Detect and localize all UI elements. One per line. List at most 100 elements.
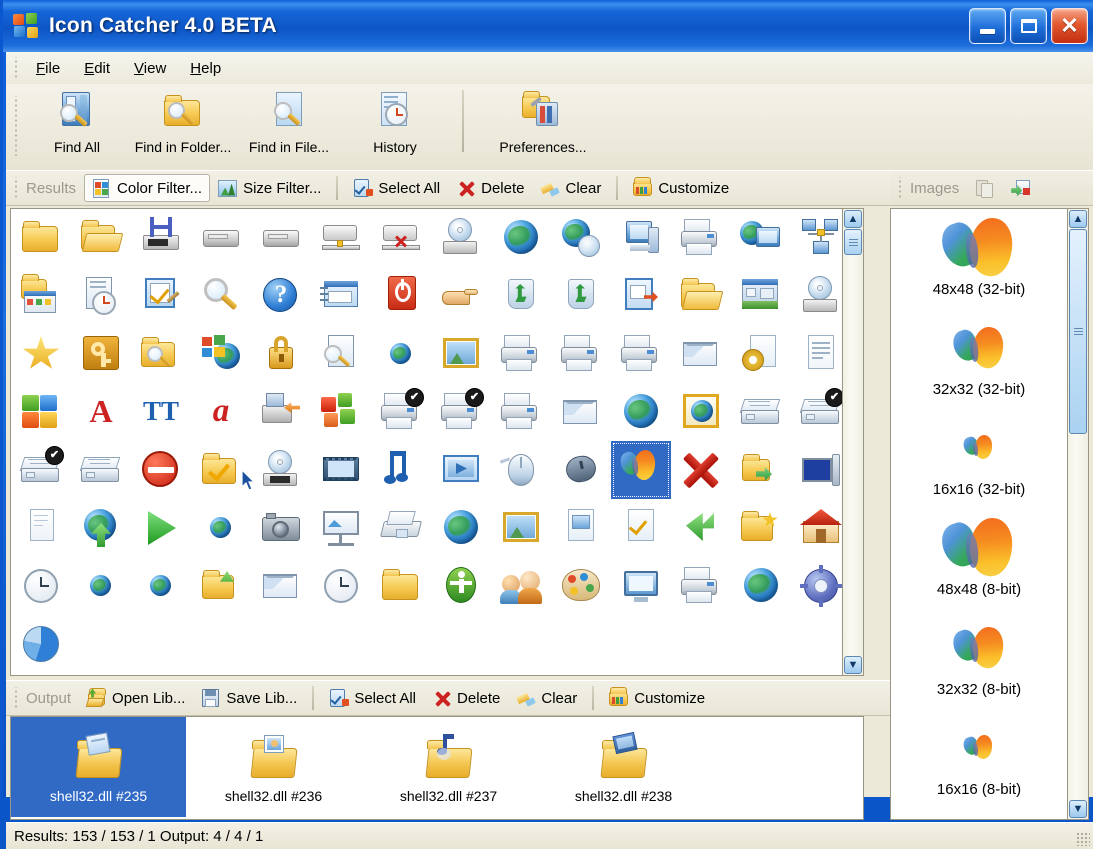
results-scrollbar[interactable]: ▲ ▼ <box>842 208 864 676</box>
images-export-button[interactable] <box>1003 174 1039 202</box>
minimize-button[interactable] <box>969 8 1006 44</box>
results-icon-cell[interactable] <box>671 383 731 441</box>
results-icon-cell[interactable] <box>671 209 731 267</box>
toolbar-button-preferences[interactable]: Preferences... <box>478 84 608 164</box>
results-icon-cell[interactable] <box>491 441 551 499</box>
images-toolbar-grip[interactable] <box>896 177 904 199</box>
results-toolbar-grip[interactable] <box>12 177 20 199</box>
toolbar-grip[interactable] <box>12 96 20 156</box>
results-icon-cell[interactable] <box>311 209 371 267</box>
menu-item-edit[interactable]: Edit <box>72 56 122 81</box>
results-icon-cell[interactable] <box>551 383 611 441</box>
results-icon-cell[interactable] <box>251 499 311 557</box>
results-icon-cell[interactable] <box>731 325 791 383</box>
results-icon-cell[interactable] <box>431 499 491 557</box>
results-icon-cell[interactable] <box>11 325 71 383</box>
results-icon-cell[interactable] <box>371 441 431 499</box>
results-icon-cell[interactable] <box>551 557 611 615</box>
results-icon-cell[interactable] <box>731 267 791 325</box>
results-icon-cell[interactable] <box>611 267 671 325</box>
results-icon-cell[interactable] <box>671 267 731 325</box>
results-icon-cell[interactable] <box>11 615 71 673</box>
output-clear-button[interactable]: Clear <box>508 684 585 712</box>
output-list-item[interactable]: shell32.dll #236 <box>186 717 361 817</box>
results-icon-cell[interactable] <box>611 557 671 615</box>
images-scroll-up-button[interactable]: ▲ <box>1069 210 1087 228</box>
results-icon-cell[interactable]: TT <box>131 383 191 441</box>
image-variant-item[interactable]: 16x16 (32-bit) <box>891 409 1067 509</box>
results-icon-cell[interactable] <box>491 325 551 383</box>
image-variant-item[interactable]: 48x48 (32-bit) <box>891 209 1067 309</box>
results-icon-cell[interactable] <box>491 499 551 557</box>
results-icon-cell[interactable] <box>551 499 611 557</box>
results-icon-cell[interactable] <box>311 267 371 325</box>
results-icon-cell[interactable] <box>671 441 731 499</box>
results-icon-cell[interactable] <box>131 441 191 499</box>
open-library-button[interactable]: Open Lib... <box>79 684 193 712</box>
results-icon-cell[interactable] <box>311 557 371 615</box>
output-list-item[interactable]: shell32.dll #237 <box>361 717 536 817</box>
results-icon-cell[interactable] <box>371 325 431 383</box>
image-variant-item[interactable]: 48x48 (8-bit) <box>891 509 1067 609</box>
results-icon-cell[interactable] <box>431 209 491 267</box>
results-icon-cell[interactable] <box>671 557 731 615</box>
results-icon-cell[interactable] <box>251 383 311 441</box>
results-icon-cell[interactable] <box>491 267 551 325</box>
results-icon-cell[interactable]: ? <box>251 267 311 325</box>
results-icon-cell[interactable] <box>131 267 191 325</box>
images-copy-button[interactable] <box>967 174 1003 202</box>
results-icon-cell[interactable] <box>371 499 431 557</box>
results-icon-cell[interactable] <box>431 557 491 615</box>
toolbar-button-find-in-folder[interactable]: Find in Folder... <box>130 84 236 164</box>
results-icon-cell[interactable]: ✔ <box>11 441 71 499</box>
results-icon-cell[interactable] <box>71 499 131 557</box>
output-list-item[interactable]: shell32.dll #238 <box>536 717 711 817</box>
image-variant-item[interactable]: 32x32 (32-bit) <box>891 309 1067 409</box>
results-icon-cell[interactable] <box>491 383 551 441</box>
images-scroll-down-button[interactable]: ▼ <box>1069 800 1087 818</box>
menu-item-view[interactable]: View <box>122 56 178 81</box>
save-library-button[interactable]: Save Lib... <box>193 684 305 712</box>
close-button[interactable]: ✕ <box>1051 8 1088 44</box>
results-select-all-button[interactable]: Select All <box>345 174 448 202</box>
results-scroll-down-button[interactable]: ▼ <box>844 656 862 674</box>
menu-item-file[interactable]: File <box>24 56 72 81</box>
results-icon-cell[interactable] <box>371 267 431 325</box>
results-clear-button[interactable]: Clear <box>532 174 609 202</box>
results-icon-cell[interactable] <box>551 325 611 383</box>
color-filter-button[interactable]: Color Filter... <box>84 174 211 202</box>
images-scroll-thumb[interactable] <box>1069 229 1087 434</box>
results-icon-cell[interactable] <box>251 325 311 383</box>
results-icon-cell[interactable] <box>311 499 371 557</box>
output-list[interactable]: shell32.dll #235 shell32.dll #236 shell32.… <box>10 716 864 820</box>
results-icon-cell[interactable] <box>11 499 71 557</box>
menu-grip[interactable] <box>12 57 20 79</box>
results-icon-cell[interactable] <box>671 499 731 557</box>
size-filter-button[interactable]: Size Filter... <box>210 174 329 202</box>
results-icon-cell[interactable] <box>371 209 431 267</box>
results-icon-cell[interactable] <box>191 325 251 383</box>
image-variant-item[interactable]: 32x32 (8-bit) <box>891 609 1067 709</box>
results-icon-cell[interactable] <box>11 209 71 267</box>
toolbar-button-history[interactable]: History <box>342 84 448 164</box>
results-icon-cell[interactable] <box>731 383 791 441</box>
results-icon-cell[interactable] <box>191 209 251 267</box>
results-customize-button[interactable]: Customize <box>625 174 737 202</box>
results-icon-cell[interactable] <box>311 441 371 499</box>
results-icon-cell[interactable] <box>191 557 251 615</box>
results-icon-cell[interactable] <box>131 325 191 383</box>
results-icon-cell[interactable] <box>191 499 251 557</box>
output-list-item[interactable]: shell32.dll #235 <box>11 717 186 817</box>
results-icon-cell[interactable] <box>131 499 191 557</box>
toolbar-button-find-all[interactable]: Find All <box>24 84 130 164</box>
results-icon-cell[interactable] <box>71 267 131 325</box>
results-icon-cell[interactable] <box>11 383 71 441</box>
menu-item-help[interactable]: Help <box>178 56 233 81</box>
results-icon-cell[interactable] <box>131 557 191 615</box>
results-icon-cell[interactable] <box>671 325 731 383</box>
results-icon-cell[interactable] <box>11 267 71 325</box>
results-icon-cell[interactable]: A <box>71 383 131 441</box>
results-icon-cell[interactable] <box>431 267 491 325</box>
results-icon-cell[interactable] <box>731 499 791 557</box>
results-icon-cell[interactable] <box>311 325 371 383</box>
